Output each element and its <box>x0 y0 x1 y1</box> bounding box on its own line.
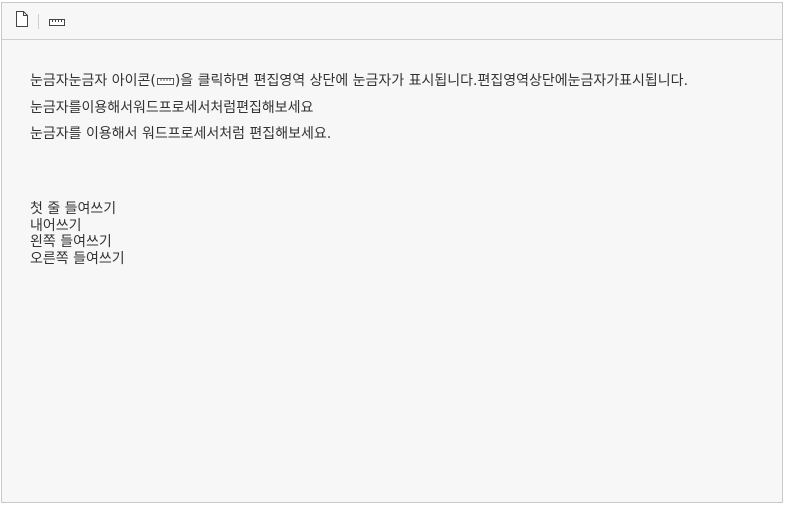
new-document-button[interactable] <box>12 11 32 31</box>
paragraph-no-spaces: 눈금자를이용해서워드프로세서처럼편집해보세요 <box>30 100 314 116</box>
toolbar-separator <box>38 14 39 29</box>
ruler-button[interactable] <box>47 11 67 31</box>
paragraph-text-before: 눈금자눈금자 아이콘( <box>30 73 156 89</box>
list-item: 오른쪽 들여쓰기 <box>30 251 125 268</box>
paragraph-ruler-info: 눈금자눈금자 아이콘( )을 클릭하면 편집영역 상단에 눈금자가 표시됩니다.편… <box>30 73 760 90</box>
editor-toolbar <box>2 3 782 40</box>
paragraph-with-spaces: 눈금자를 이용해서 워드프로세서처럼 편집해보세요. <box>30 126 332 142</box>
paragraph-text-after: )을 클릭하면 편집영역 상단에 눈금자가 표시됩니다.편집영역상단에눈금자가표… <box>174 73 689 89</box>
list-item: 내어쓰기 <box>30 217 82 234</box>
ruler-icon <box>156 74 174 90</box>
indent-list: 첫 줄 들여쓰기 내어쓰기 왼쪽 들여쓰기 오른쪽 들여쓰기 <box>30 201 125 268</box>
editor-frame: 눈금자눈금자 아이콘( )을 클릭하면 편집영역 상단에 눈금자가 표시됩니다.편… <box>1 2 783 503</box>
ruler-icon <box>49 12 65 31</box>
editor-content[interactable]: 눈금자눈금자 아이콘( )을 클릭하면 편집영역 상단에 눈금자가 표시됩니다.편… <box>30 73 760 152</box>
list-item: 왼쪽 들여쓰기 <box>30 234 112 251</box>
new-document-icon <box>16 11 28 31</box>
list-item: 첫 줄 들여쓰기 <box>30 201 117 217</box>
